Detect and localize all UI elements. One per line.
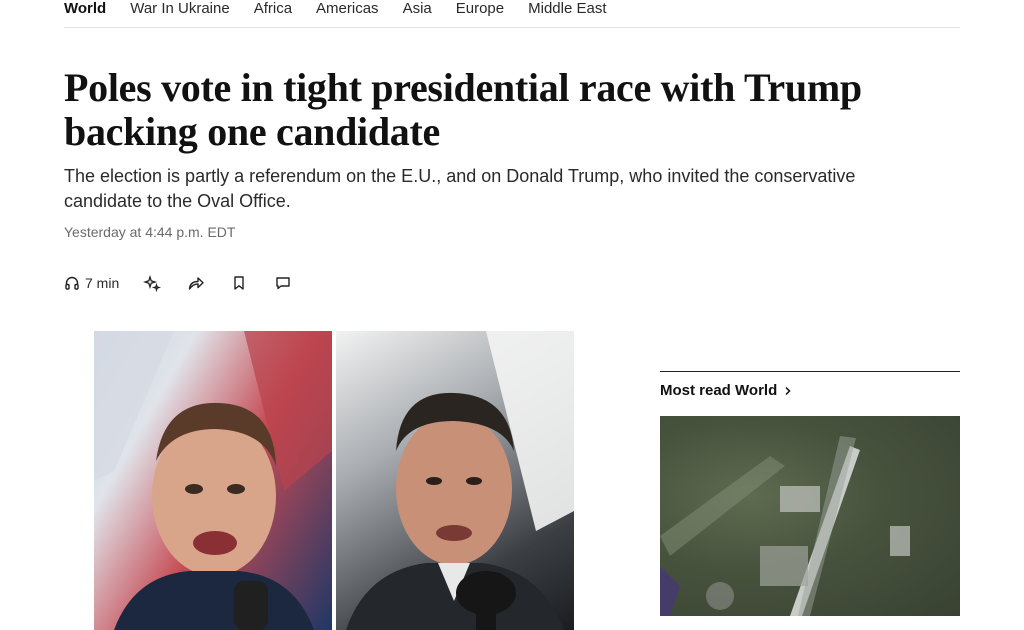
most-read-title: Most read World xyxy=(660,382,778,399)
lead-photo xyxy=(94,331,574,630)
portrait-left-illustration xyxy=(94,331,332,630)
sparkle-icon xyxy=(143,274,162,292)
headphones-icon xyxy=(65,276,79,290)
nav-item-war-in-ukraine[interactable]: War In Ukraine xyxy=(130,0,229,18)
nav-item-world[interactable]: World xyxy=(64,0,106,18)
article-timestamp: Yesterday at 4:44 p.m. EDT xyxy=(64,224,236,240)
article-actions: 7 min xyxy=(64,272,319,294)
article-headline: Poles vote in tight presidential race wi… xyxy=(64,65,862,154)
listen-duration: 7 min xyxy=(85,275,120,291)
lead-photo-left-panel xyxy=(94,331,332,630)
chevron-right-icon xyxy=(785,386,791,395)
share-button[interactable] xyxy=(187,272,231,294)
most-read-section: Most read World xyxy=(660,371,960,400)
lead-photo-right-panel xyxy=(336,331,574,630)
comments-button[interactable] xyxy=(275,272,319,294)
nav-item-americas[interactable]: Americas xyxy=(316,0,379,18)
most-read-thumbnail[interactable] xyxy=(660,416,960,616)
most-read-link[interactable]: Most read World xyxy=(660,382,793,399)
nav-item-europe[interactable]: Europe xyxy=(456,0,504,18)
section-nav: World War In Ukraine Africa Americas Asi… xyxy=(64,0,960,28)
satellite-airfield-illustration xyxy=(660,436,910,616)
comment-icon xyxy=(276,277,290,290)
share-icon xyxy=(189,277,204,290)
listen-button[interactable]: 7 min xyxy=(64,272,119,294)
portrait-right-illustration xyxy=(346,331,574,630)
nav-item-africa[interactable]: Africa xyxy=(254,0,292,18)
article-dek: The election is partly a referendum on t… xyxy=(64,166,856,211)
summary-button[interactable] xyxy=(143,272,187,294)
nav-item-middle-east[interactable]: Middle East xyxy=(528,0,606,18)
save-button[interactable] xyxy=(231,272,275,294)
bookmark-icon xyxy=(234,276,244,290)
nav-item-asia[interactable]: Asia xyxy=(403,0,432,18)
